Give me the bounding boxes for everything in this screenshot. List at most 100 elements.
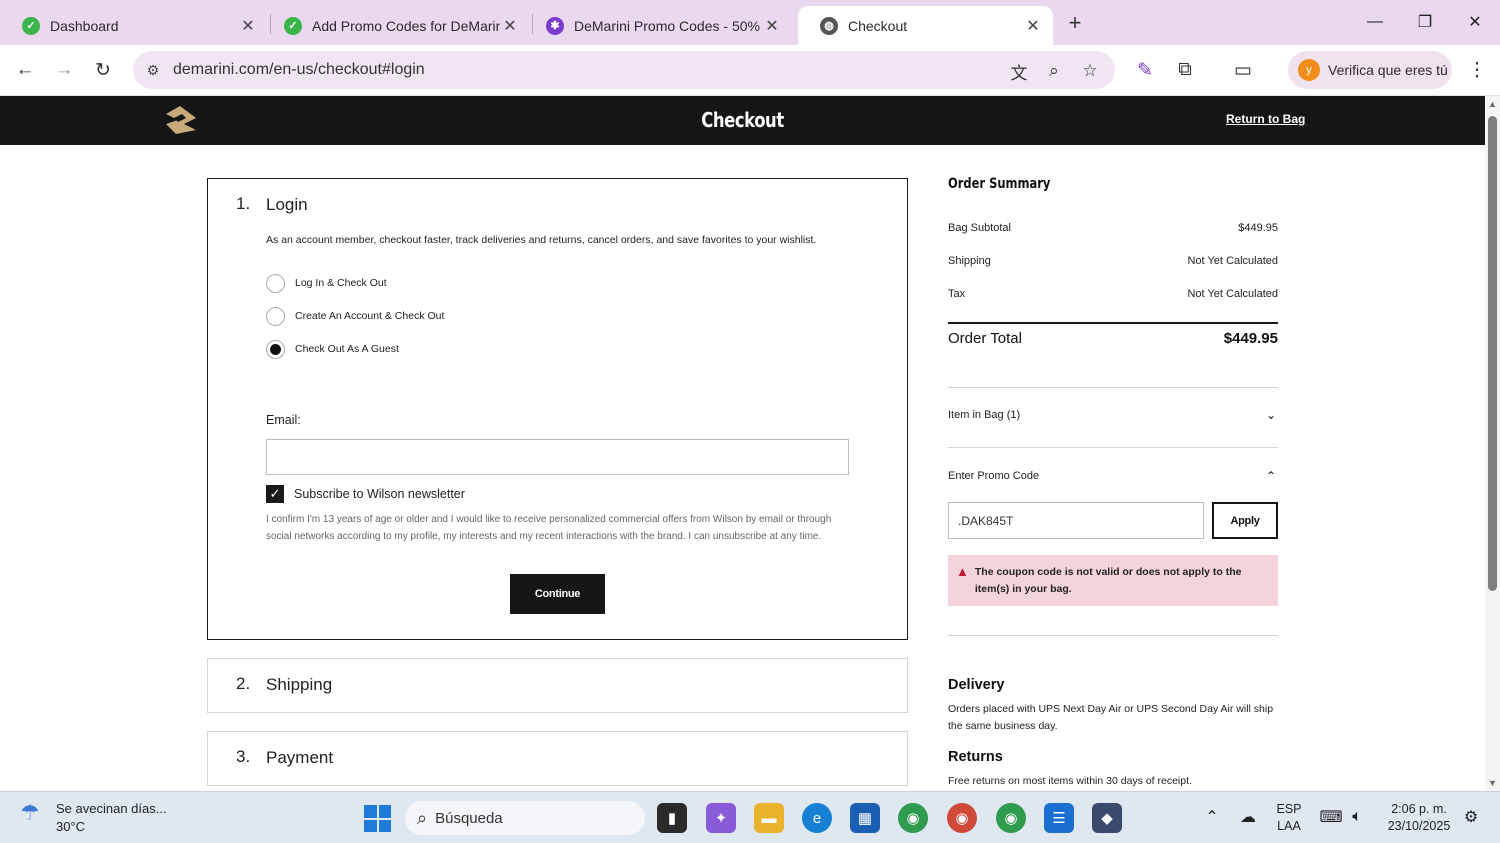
scroll-up-icon[interactable]: ▲: [1487, 99, 1498, 109]
divider: [948, 635, 1278, 636]
close-tab-icon[interactable]: ✕: [762, 16, 782, 36]
reload-icon[interactable]: ↻: [88, 55, 118, 85]
tab-favicon-icon: ✱: [546, 16, 564, 35]
store-icon[interactable]: ▦: [850, 803, 880, 833]
returns-text: Free returns on most items within 30 day…: [948, 775, 1192, 787]
page-scrollbar[interactable]: ▲ ▼: [1485, 96, 1500, 791]
returns-title: Returns: [948, 749, 1003, 765]
close-tab-icon[interactable]: ✕: [1023, 16, 1043, 36]
profile-button[interactable]: y Verifica que eres tú: [1288, 51, 1452, 89]
newsletter-checkbox[interactable]: ✓: [266, 485, 284, 503]
chrome-icon[interactable]: ◉: [898, 803, 928, 833]
bookmark-star-icon[interactable]: ☆: [1079, 60, 1101, 82]
radio-button[interactable]: [266, 339, 285, 359]
divider: [948, 387, 1278, 388]
error-text: The coupon code is not valid or does not…: [974, 566, 1242, 595]
radio-button[interactable]: [266, 306, 285, 326]
chevron-up-icon[interactable]: ⌃: [1201, 806, 1223, 828]
site-info-icon[interactable]: ⚙: [143, 60, 163, 80]
summary-divider: [948, 322, 1278, 324]
shipping-section[interactable]: 2. Shipping: [207, 658, 908, 713]
menu-kebab-icon[interactable]: ⋮: [1462, 55, 1492, 85]
taskbar-search[interactable]: ⌕ Búsqueda: [405, 801, 645, 835]
notepad-icon[interactable]: ☰: [1044, 803, 1074, 833]
delivery-text: Orders placed with UPS Next Day Air or U…: [948, 703, 1274, 732]
shipping-row: Shipping Not Yet Calculated: [948, 255, 1278, 267]
browser-tab-strip: ✓ Dashboard ✕ ✓ Add Promo Codes for DeMa…: [0, 0, 1500, 45]
newsletter-row[interactable]: ✓ Subscribe to Wilson newsletter: [266, 485, 465, 503]
scrollbar-thumb[interactable]: [1488, 116, 1497, 591]
items-in-bag-toggle[interactable]: Item in Bag (1) ⌄: [948, 408, 1278, 422]
copilot-icon[interactable]: ✦: [706, 803, 736, 833]
tab-demarini-promo[interactable]: ✱ DeMarini Promo Codes - 50% o ✕: [524, 6, 792, 45]
login-section: 1. Login As an account member, checkout …: [207, 178, 908, 640]
back-icon[interactable]: ←: [10, 55, 40, 85]
chrome-profile-icon[interactable]: ◉: [996, 803, 1026, 833]
chevron-down-icon[interactable]: ⌄: [1264, 408, 1278, 422]
promo-label: Enter Promo Code: [948, 470, 1040, 482]
globe-icon: ◍: [820, 16, 838, 35]
notifications-icon[interactable]: ⚙: [1460, 806, 1482, 828]
step-number: 1.: [236, 194, 251, 213]
edge-icon[interactable]: e: [802, 803, 832, 833]
restore-icon[interactable]: ❐: [1410, 8, 1440, 36]
email-field[interactable]: [266, 439, 849, 475]
radio-button[interactable]: [266, 273, 285, 293]
minimize-icon[interactable]: —: [1360, 8, 1390, 36]
windows-start-icon[interactable]: [364, 805, 391, 832]
time: 2:06 p. m.: [1391, 802, 1447, 816]
network-icon[interactable]: ⌨: [1319, 806, 1342, 828]
weather-widget[interactable]: ☂ Se avecinan días... 30°C: [20, 800, 167, 836]
promo-code-input[interactable]: [948, 502, 1204, 539]
task-view-icon[interactable]: ▮: [657, 803, 687, 833]
radio-guest-checkout[interactable]: Check Out As A Guest: [266, 339, 399, 359]
volume-icon[interactable]: 🔈︎: [1346, 806, 1368, 828]
chrome-active-icon[interactable]: ◉: [947, 803, 977, 833]
row-value: Not Yet Calculated: [1187, 255, 1278, 267]
language-indicator[interactable]: ESP LAA: [1270, 801, 1308, 835]
date: 23/10/2025: [1387, 819, 1451, 833]
tab-add-promo[interactable]: ✓ Add Promo Codes for DeMarini ✕: [262, 6, 530, 45]
extensions-icon[interactable]: ⧉: [1170, 55, 1200, 85]
cloud-icon[interactable]: ☁: [1237, 806, 1259, 828]
chevron-up-icon[interactable]: ⌃: [1264, 469, 1278, 483]
tab-checkout[interactable]: ◍ Checkout ✕: [798, 6, 1053, 45]
subtotal-row: Bag Subtotal $449.95: [948, 222, 1278, 234]
media-icon[interactable]: ▭: [1228, 55, 1258, 85]
close-tab-icon[interactable]: ✕: [500, 16, 520, 36]
section-title: Shipping: [266, 675, 333, 694]
keyboard-layout: LAA: [1277, 819, 1301, 833]
app-icon[interactable]: ◆: [1092, 803, 1122, 833]
url-text[interactable]: demarini.com/en-us/checkout#login: [173, 61, 425, 79]
pen-extension-icon[interactable]: ✎: [1130, 55, 1160, 85]
continue-button[interactable]: Continue: [510, 574, 605, 614]
radio-create-account[interactable]: Create An Account & Check Out: [266, 306, 444, 326]
warning-icon: ▲: [956, 564, 969, 579]
radio-login-checkout[interactable]: Log In & Check Out: [266, 273, 387, 293]
promo-code-toggle[interactable]: Enter Promo Code ⌃: [948, 469, 1278, 483]
row-value: $449.95: [1238, 222, 1278, 234]
forward-icon[interactable]: →: [49, 55, 79, 85]
address-bar[interactable]: ⚙ demarini.com/en-us/checkout#login 文 ⌕ …: [133, 51, 1115, 89]
return-to-bag-link[interactable]: Return to Bag: [1226, 112, 1305, 126]
tab-dashboard[interactable]: ✓ Dashboard ✕: [0, 6, 268, 45]
total-value: $449.95: [1223, 330, 1278, 347]
row-label: Tax: [948, 288, 966, 300]
scroll-down-icon[interactable]: ▼: [1487, 778, 1498, 788]
browser-toolbar: ← → ↻ ⚙ demarini.com/en-us/checkout#logi…: [0, 45, 1500, 96]
translate-icon[interactable]: 文: [1008, 60, 1030, 83]
avatar: y: [1298, 59, 1320, 81]
file-explorer-icon[interactable]: ▬: [754, 803, 784, 833]
clock[interactable]: 2:06 p. m. 23/10/2025: [1378, 801, 1460, 835]
close-window-icon[interactable]: ✕: [1460, 8, 1490, 36]
newsletter-label: Subscribe to Wilson newsletter: [294, 487, 465, 501]
tab-favicon-icon: ✓: [22, 16, 40, 35]
apply-button[interactable]: Apply: [1212, 502, 1278, 539]
step-number: 2.: [236, 674, 251, 693]
close-tab-icon[interactable]: ✕: [238, 16, 258, 36]
divider: [948, 447, 1278, 448]
payment-section[interactable]: 3. Payment: [207, 731, 908, 786]
new-tab-button[interactable]: +: [1062, 10, 1088, 36]
radio-label: Create An Account & Check Out: [295, 310, 445, 322]
zoom-icon[interactable]: ⌕: [1043, 60, 1065, 82]
